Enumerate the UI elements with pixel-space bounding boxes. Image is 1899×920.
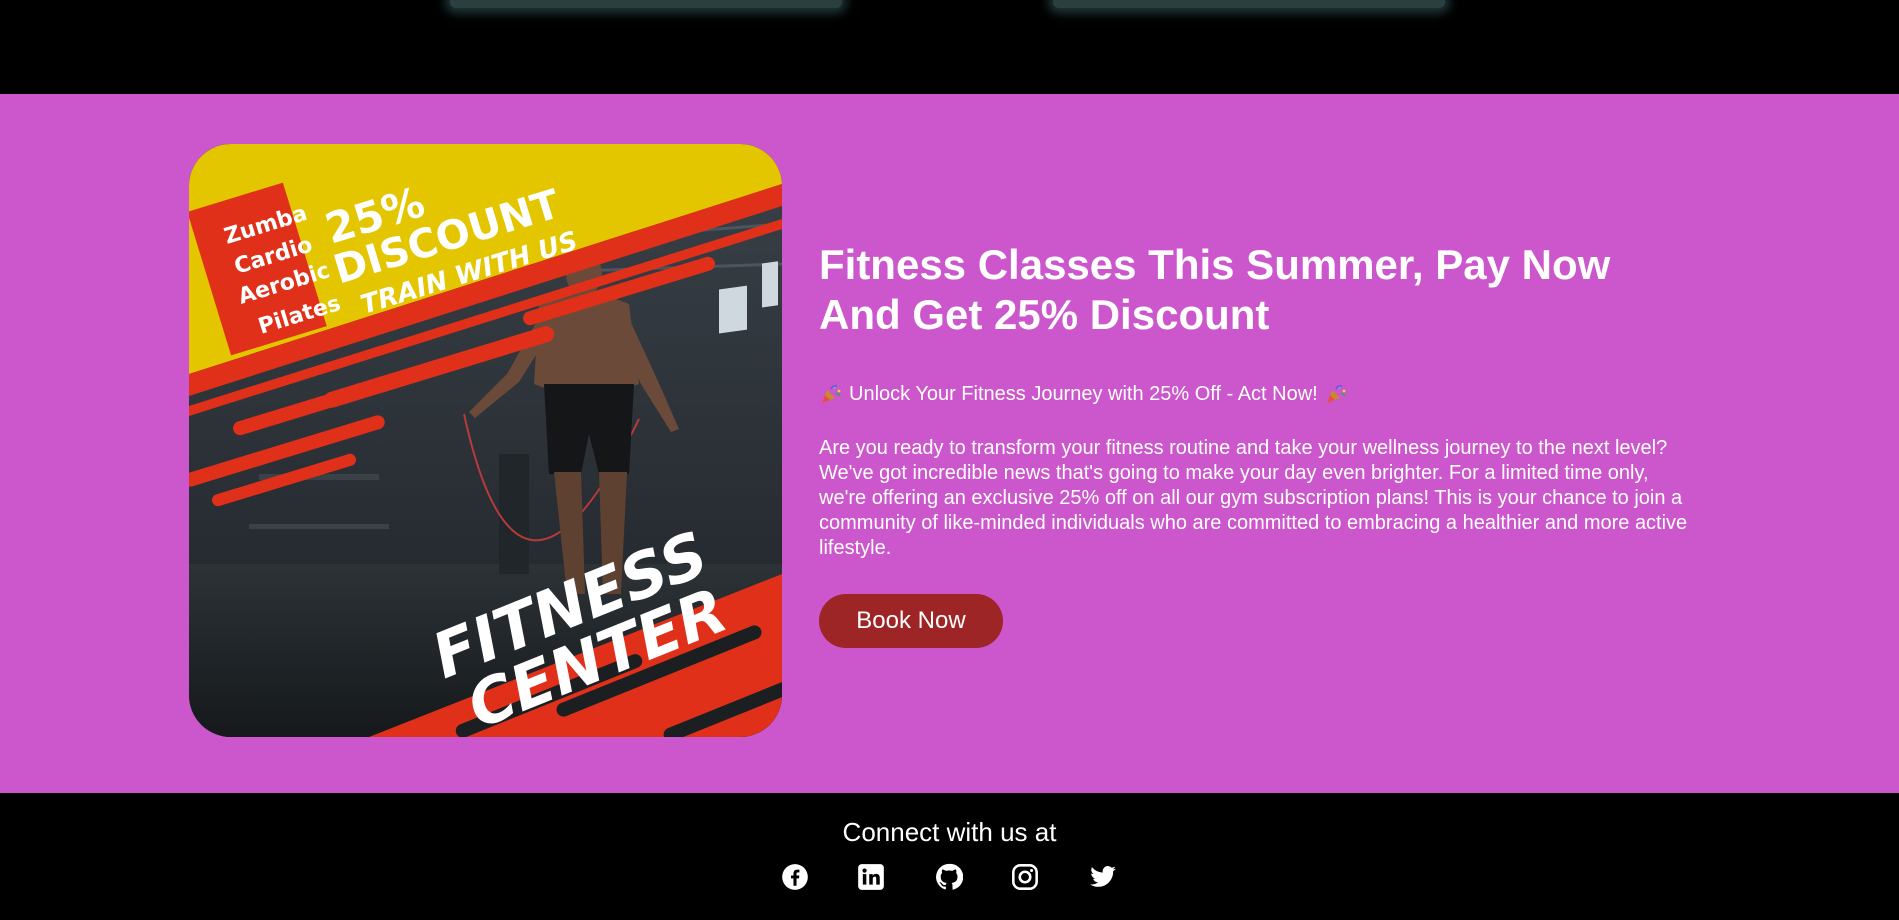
glow-pill-right bbox=[1053, 0, 1445, 8]
book-now-button[interactable]: Book Now bbox=[819, 594, 1003, 648]
promo-section: Zumba Cardio Aerobic Pilates 25% DISCOUN… bbox=[0, 94, 1899, 793]
social-links bbox=[0, 863, 1899, 893]
facebook-icon[interactable] bbox=[781, 863, 809, 891]
twitter-icon[interactable] bbox=[1089, 863, 1117, 891]
footer: Connect with us at bbox=[0, 793, 1899, 920]
party-popper-icon bbox=[1326, 385, 1346, 403]
glow-pill-left bbox=[450, 0, 842, 8]
promo-content: Fitness Classes This Summer, Pay Now And… bbox=[819, 240, 1689, 561]
promo-tagline-row: Unlock Your Fitness Journey with 25% Off… bbox=[819, 382, 1689, 406]
promo-tagline: Unlock Your Fitness Journey with 25% Off… bbox=[849, 383, 1318, 405]
github-icon[interactable] bbox=[935, 863, 963, 891]
connect-label: Connect with us at bbox=[842, 817, 1057, 847]
promo-description: Are you ready to transform your fitness … bbox=[819, 437, 1688, 559]
promo-headline: Fitness Classes This Summer, Pay Now And… bbox=[819, 241, 1611, 338]
promo-poster-image: Zumba Cardio Aerobic Pilates 25% DISCOUN… bbox=[189, 144, 782, 737]
linkedin-icon[interactable] bbox=[857, 863, 885, 891]
top-band bbox=[0, 0, 1899, 94]
party-popper-icon bbox=[822, 385, 841, 403]
instagram-icon[interactable] bbox=[1011, 863, 1039, 891]
